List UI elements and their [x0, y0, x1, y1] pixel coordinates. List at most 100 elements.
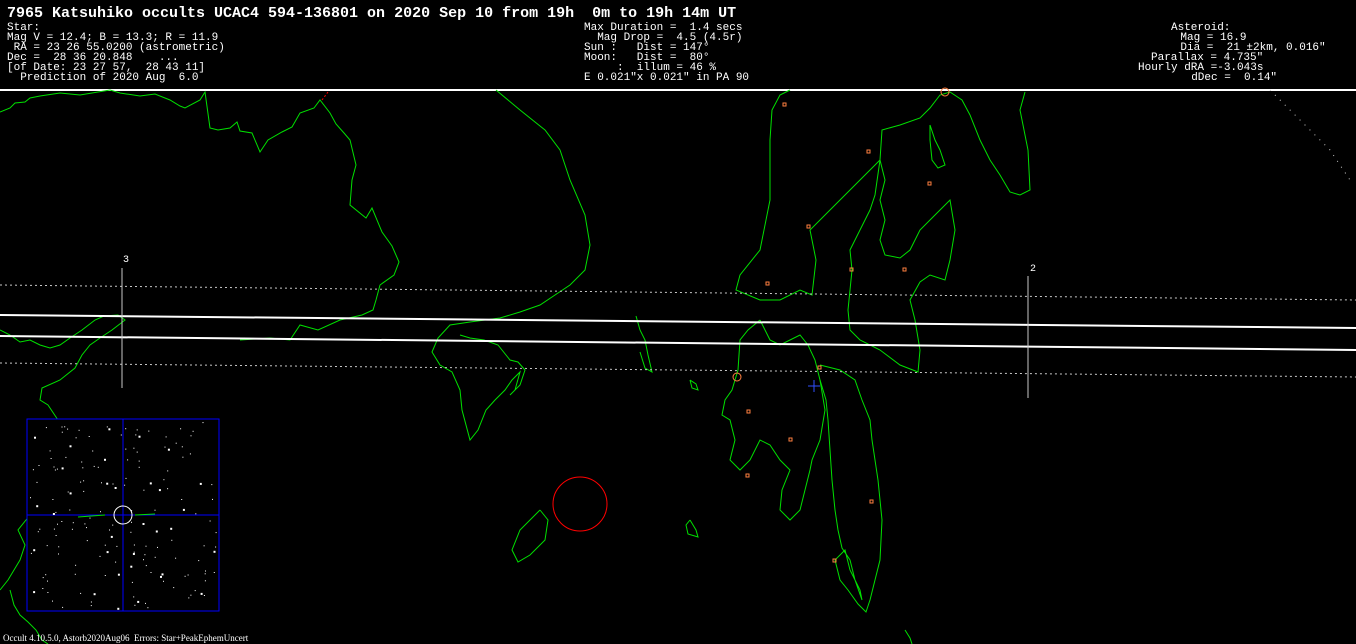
star-dot [133, 544, 135, 546]
city-marker [817, 365, 822, 370]
star-dot [148, 430, 150, 432]
star-dot [52, 499, 54, 500]
coastline-small-island-4 [685, 519, 699, 538]
coastline-far-south [819, 364, 883, 613]
page-title: 7965 Katsuhiko occults UCAC4 594-136801 … [7, 5, 737, 22]
star-dot [171, 539, 173, 541]
star-dot [34, 436, 36, 439]
star-dot [158, 489, 161, 492]
star-dot [106, 426, 108, 428]
star-dot [64, 426, 66, 428]
uncertainty-south [0, 362, 1356, 378]
star-dot [143, 489, 145, 491]
city-marker [806, 224, 811, 229]
star-dot [55, 511, 57, 513]
star-info-line: Prediction of 2020 Aug 6.0 [7, 72, 199, 84]
event-info-line: E 0.021"x 0.021" in PA 90 [584, 72, 750, 84]
star-dot [108, 428, 111, 431]
star-dot [145, 565, 147, 567]
star-dot [202, 422, 204, 424]
star-dot [58, 546, 60, 548]
star-dot [30, 497, 31, 499]
star-dot [125, 428, 127, 430]
star-dot [93, 593, 96, 596]
star-dot [133, 551, 135, 553]
star-dot [67, 428, 69, 430]
star-dot [75, 564, 77, 566]
coastline-south-peninsula [721, 319, 826, 521]
star-dot [55, 535, 57, 536]
time-marker-3-label: 3 [123, 255, 130, 266]
star-dot [97, 466, 99, 468]
map-canvas [0, 87, 1356, 644]
star-dot [61, 521, 63, 522]
star-dot [49, 450, 51, 452]
shadow-path [0, 284, 1356, 378]
star-dot [182, 456, 184, 458]
star-dot [150, 572, 152, 573]
star-dot [131, 521, 132, 523]
city-marker [902, 267, 907, 272]
star-dot [54, 469, 56, 471]
coastline-inner-bay [929, 124, 946, 169]
star-dot [161, 573, 164, 576]
star-dot [71, 528, 73, 530]
star-dot [143, 559, 144, 561]
star-dot [130, 531, 132, 533]
star-dot [84, 523, 86, 525]
star-dot [89, 517, 91, 519]
star-dot [33, 549, 36, 552]
star-dot [83, 490, 85, 492]
star-dot [215, 532, 217, 534]
star-dot [184, 575, 186, 577]
star-dot [200, 592, 203, 595]
star-dot [90, 601, 92, 603]
star-dot [30, 552, 32, 554]
city-marker [746, 409, 751, 414]
star-dot [155, 530, 158, 533]
star-dot [164, 446, 166, 448]
star-dot [131, 510, 133, 512]
star-dot [80, 592, 82, 594]
star-dot [93, 465, 95, 467]
star-dot [100, 511, 101, 513]
star-dot [69, 509, 71, 511]
star-dot [52, 600, 53, 602]
path-edge-north [0, 314, 1356, 329]
star-dot [61, 431, 63, 433]
star-dot [142, 523, 145, 525]
city-marker [745, 473, 750, 478]
star-dot [52, 513, 55, 515]
star-dot [53, 466, 55, 468]
star-dot [110, 535, 113, 538]
star-dot [157, 546, 158, 548]
star-dot [135, 434, 137, 436]
star-dot [62, 606, 64, 608]
star-dot [145, 545, 147, 547]
coastline-japan [431, 89, 591, 442]
star-dot [42, 577, 44, 579]
star-dot [204, 580, 206, 582]
city-marker [765, 281, 770, 286]
city-marker [869, 499, 874, 504]
star-dot [106, 482, 109, 485]
star-dot [136, 429, 138, 431]
star-dot [167, 448, 170, 451]
star-dot [189, 453, 191, 455]
star-dot [167, 470, 169, 472]
star-dot [203, 595, 205, 596]
star-dot [195, 513, 197, 515]
star-dot [138, 460, 140, 462]
star-dot [57, 523, 58, 525]
city-marker [788, 437, 793, 442]
star-dot [58, 553, 59, 555]
coastline-east-block-lower [847, 159, 956, 373]
star-dot [163, 479, 165, 481]
uncertainty-north [0, 284, 1356, 301]
star-dot [78, 429, 80, 431]
star-dot [132, 553, 135, 555]
star-dot [120, 434, 122, 436]
coastline-korea [0, 89, 400, 341]
star-dot [42, 588, 44, 589]
star-dot [81, 461, 83, 463]
